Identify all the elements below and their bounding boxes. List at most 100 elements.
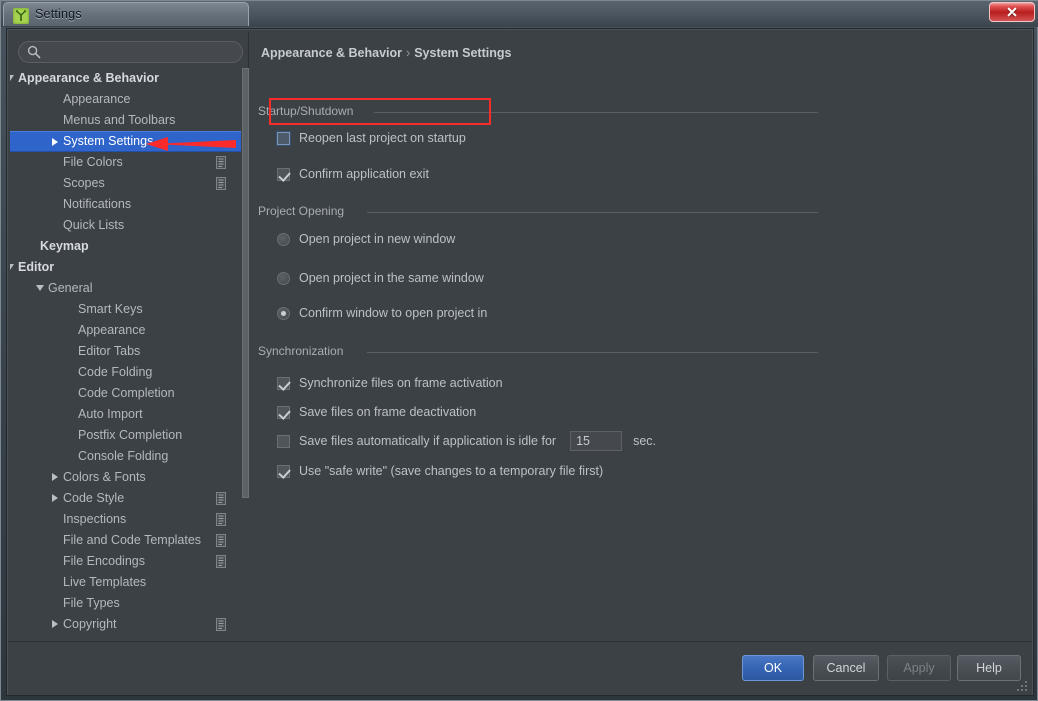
option-row[interactable]: Confirm application exit — [277, 164, 429, 184]
chevron-down-icon[interactable] — [34, 278, 46, 299]
sidebar-item-file-and-code-templates[interactable]: File and Code Templates — [10, 530, 241, 551]
sidebar-item-code-completion[interactable]: Code Completion — [10, 383, 241, 404]
sidebar-item-file-colors[interactable]: File Colors — [10, 152, 241, 173]
option-row[interactable]: Open project in the same window — [277, 268, 484, 288]
sidebar-item-appearance-behavior[interactable]: Appearance & Behavior — [10, 68, 241, 89]
sidebar-item-label: Menus and Toolbars — [63, 113, 176, 127]
apply-button: Apply — [887, 655, 951, 681]
section-divider — [367, 352, 818, 353]
settings-tree[interactable]: Appearance & Behavior Appearance Menus and… — [10, 68, 241, 640]
sidebar-item-label: Code Folding — [78, 365, 153, 379]
sidebar-item-label: File and Code Templates — [63, 533, 202, 547]
document-badge-icon — [216, 555, 226, 568]
sidebar-item-label: Appearance — [78, 323, 146, 337]
sidebar-item-appearance[interactable]: Appearance — [10, 320, 241, 341]
help-button[interactable]: Help — [957, 655, 1021, 681]
breadcrumb-separator: › — [406, 46, 411, 60]
option-row[interactable]: Synchronize files on frame activation — [277, 373, 503, 393]
radio-button[interactable] — [277, 306, 290, 320]
option-row[interactable]: Save files automatically if application … — [277, 431, 656, 451]
option-row[interactable]: Confirm window to open project in — [277, 303, 487, 323]
section-header: Startup/Shutdown — [258, 104, 928, 120]
sidebar-item-auto-import[interactable]: Auto Import — [10, 404, 241, 425]
sidebar-item-code-folding[interactable]: Code Folding — [10, 362, 241, 383]
checkbox[interactable] — [277, 405, 290, 419]
sidebar-item-editor-tabs[interactable]: Editor Tabs — [10, 341, 241, 362]
option-row[interactable]: Reopen last project on startup — [277, 128, 466, 148]
option-label: Reopen last project on startup — [299, 131, 466, 145]
settings-section: Project Opening — [258, 204, 928, 220]
option-row[interactable]: Save files on frame deactivation — [277, 402, 476, 422]
document-badge-icon — [216, 618, 226, 631]
sidebar-item-label: Editor — [18, 260, 55, 274]
option-row[interactable]: Open project in new window — [277, 229, 455, 249]
section-header: Synchronization — [258, 344, 928, 360]
section-header: Project Opening — [258, 204, 928, 220]
chevron-right-icon[interactable] — [49, 467, 61, 488]
sidebar-item-scopes[interactable]: Scopes — [10, 173, 241, 194]
idle-seconds-input[interactable] — [570, 431, 623, 451]
sidebar-item-label: Notifications — [63, 197, 132, 211]
sidebar-item-label: File Types — [63, 596, 120, 610]
sidebar-item-postfix-completion[interactable]: Postfix Completion — [10, 425, 241, 446]
settings-dialog: Appearance & Behavior Appearance Menus and… — [6, 28, 1034, 696]
sidebar-item-label: Keymap — [40, 239, 89, 253]
breadcrumb-parent[interactable]: Appearance & Behavior — [261, 46, 402, 60]
sidebar-item-general[interactable]: General — [10, 278, 241, 299]
sidebar-item-console-folding[interactable]: Console Folding — [10, 446, 241, 467]
chevron-down-icon[interactable] — [10, 68, 16, 89]
dialog-content: Appearance & Behavior Appearance Menus and… — [8, 30, 1032, 642]
sidebar-item-label: Auto Import — [78, 407, 143, 421]
ok-button[interactable]: OK — [742, 655, 804, 681]
sidebar-item-editor[interactable]: Editor — [10, 257, 241, 278]
option-label: Synchronize files on frame activation — [299, 376, 503, 390]
search-input[interactable] — [18, 41, 243, 63]
sidebar-item-code-style[interactable]: Code Style — [10, 488, 241, 509]
sidebar-item-inspections[interactable]: Inspections — [10, 509, 241, 530]
option-label: Open project in the same window — [299, 271, 484, 285]
breadcrumb-current: System Settings — [414, 46, 512, 60]
sidebar-item-notifications[interactable]: Notifications — [10, 194, 241, 215]
option-label: Save files automatically if application … — [299, 434, 557, 448]
chevron-right-icon[interactable] — [49, 488, 61, 509]
document-badge-icon — [216, 513, 226, 526]
checkbox[interactable] — [277, 131, 290, 145]
sidebar-item-file-encodings[interactable]: File Encodings — [10, 551, 241, 572]
sidebar-item-system-settings[interactable]: System Settings — [10, 131, 241, 152]
option-label: Open project in new window — [299, 232, 456, 246]
sidebar-item-keymap[interactable]: Keymap — [10, 236, 241, 257]
sidebar-item-copyright[interactable]: Copyright — [10, 614, 241, 635]
chevron-right-icon[interactable] — [49, 614, 61, 635]
checkbox[interactable] — [277, 434, 290, 448]
section-divider — [373, 112, 818, 113]
sidebar-item-live-templates[interactable]: Live Templates — [10, 572, 241, 593]
resize-grip-icon[interactable] — [1016, 680, 1028, 692]
screenshot-root: Settings Appearance & Behavior Appearance… — [0, 0, 1038, 701]
chevron-right-icon[interactable] — [49, 132, 61, 153]
radio-button[interactable] — [277, 271, 290, 285]
sidebar-item-colors-fonts[interactable]: Colors & Fonts — [10, 467, 241, 488]
document-badge-icon — [216, 534, 226, 547]
sidebar-scrollbar-thumb[interactable] — [242, 68, 249, 498]
sidebar-item-file-types[interactable]: File Types — [10, 593, 241, 614]
sidebar-item-quick-lists[interactable]: Quick Lists — [10, 215, 241, 236]
chevron-down-icon[interactable] — [10, 257, 16, 278]
option-row[interactable]: Use "safe write" (save changes to a temp… — [277, 461, 603, 481]
section-title: Startup/Shutdown — [258, 104, 360, 118]
sidebar-item-label: Code Style — [63, 491, 125, 505]
sidebar-item-appearance[interactable]: Appearance — [10, 89, 241, 110]
checkbox[interactable] — [277, 464, 290, 478]
sidebar-item-label: Postfix Completion — [78, 428, 183, 442]
close-icon[interactable] — [989, 2, 1035, 22]
checkbox[interactable] — [277, 376, 290, 390]
cancel-button[interactable]: Cancel — [813, 655, 879, 681]
section-divider — [367, 212, 818, 213]
sidebar-scrollbar[interactable] — [241, 68, 250, 640]
radio-button[interactable] — [277, 232, 290, 246]
dialog-footer: OK Cancel Apply Help — [8, 643, 1032, 695]
sidebar-item-menus-and-toolbars[interactable]: Menus and Toolbars — [10, 110, 241, 131]
sidebar-item-label: General — [48, 281, 93, 295]
sidebar-item-label: Appearance — [63, 92, 131, 106]
checkbox[interactable] — [277, 167, 290, 181]
sidebar-item-smart-keys[interactable]: Smart Keys — [10, 299, 241, 320]
